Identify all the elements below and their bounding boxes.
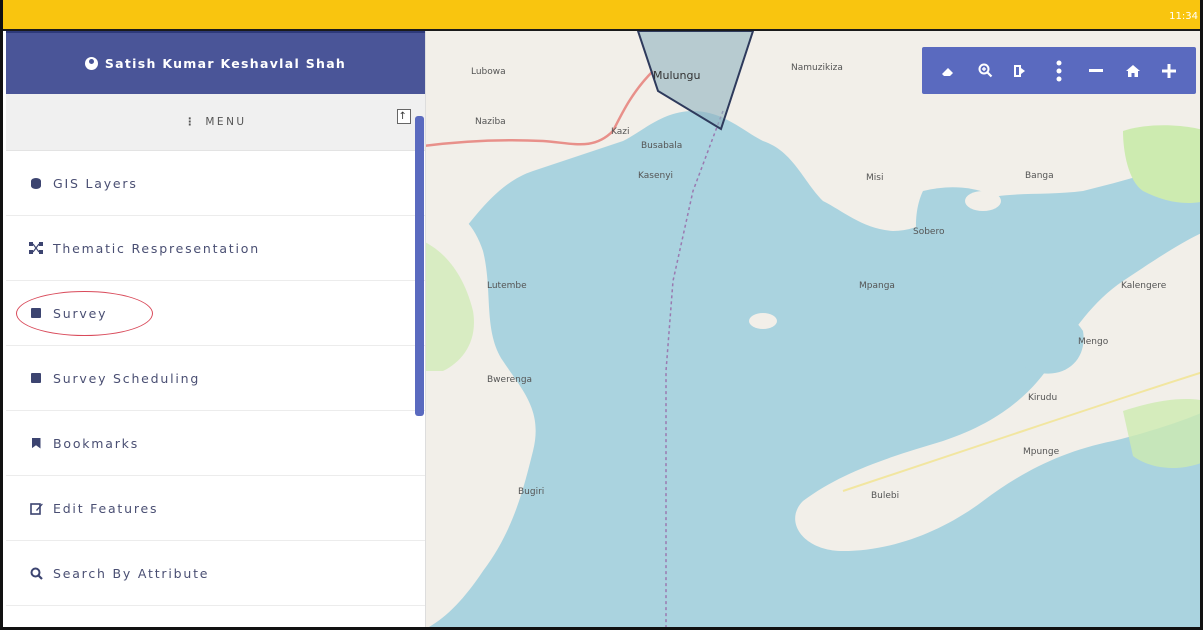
map-label: Lutembe <box>487 281 527 291</box>
user-name: Satish Kumar Keshavlal Shah <box>104 56 347 71</box>
sidebar-scrollbar[interactable] <box>415 116 424 416</box>
map-label: Sobero <box>913 227 945 237</box>
menu-item-survey-scheduling[interactable]: Survey Scheduling <box>6 346 425 411</box>
search-icon <box>29 567 43 580</box>
menu-item-label: Thematic Respresentation <box>53 240 260 256</box>
map-label: Mengo <box>1078 337 1109 347</box>
menu-item-label: Search By Attribute <box>53 565 210 581</box>
home-icon[interactable] <box>1119 57 1147 85</box>
user-header: Satish Kumar Keshavlal Shah <box>6 31 425 94</box>
map-label: Kirudu <box>1028 393 1058 403</box>
map-label: Mpanga <box>859 281 895 291</box>
menu-kebab-icon: ⋮ <box>184 116 198 128</box>
collapse-up-icon[interactable]: ↑ <box>397 109 411 124</box>
map-label: Misi <box>866 173 884 183</box>
map-label: Lubowa <box>471 67 506 77</box>
menu-item-bookmarks[interactable]: Bookmarks <box>6 411 425 476</box>
highlight-circle <box>16 291 153 336</box>
menu-header: ⋮ MENU ↑ <box>6 94 425 151</box>
nodes-icon <box>29 242 43 254</box>
user-circle-icon <box>84 57 98 70</box>
sign-out-icon[interactable] <box>1008 57 1036 85</box>
square-icon <box>29 373 43 383</box>
map-label: Bulebi <box>871 491 900 501</box>
app-frame: 11:34 Lubowa Mulungu Namuzikiza Naziba K… <box>0 0 1203 630</box>
menu-item-search-attribute[interactable]: Search By Attribute <box>6 541 425 606</box>
sidebar: Satish Kumar Keshavlal Shah ⋮ MENU ↑ GIS… <box>6 31 426 627</box>
menu-item-label: Bookmarks <box>53 435 140 451</box>
plus-icon[interactable] <box>1155 57 1183 85</box>
map-label: Kasenyi <box>638 171 674 181</box>
menu-item-edit-features[interactable]: Edit Features <box>6 476 425 541</box>
map-label: Mulungu <box>653 69 701 82</box>
menu-item-label: GIS Layers <box>53 175 138 191</box>
menu-item-survey[interactable]: Survey <box>6 281 425 346</box>
map-label: Banga <box>1025 171 1054 181</box>
map-label: Namuzikiza <box>791 63 843 73</box>
minus-icon[interactable] <box>1082 57 1110 85</box>
bookmark-icon <box>29 437 43 449</box>
map-label: Mpunge <box>1023 447 1060 457</box>
map-label: Kazi <box>611 127 630 137</box>
menu-item-gis-layers[interactable]: GIS Layers <box>6 151 425 216</box>
menu-item-label: Survey Scheduling <box>53 370 201 386</box>
status-bar: 11:34 <box>3 0 1200 31</box>
map-toolbar <box>922 47 1196 94</box>
menu-item-thematic[interactable]: Thematic Respresentation <box>6 216 425 281</box>
status-time: 11:34 <box>1169 11 1198 22</box>
eraser-icon[interactable] <box>934 57 962 85</box>
map-label: Bugiri <box>518 487 545 497</box>
map-canvas <box>423 31 1200 627</box>
database-icon <box>29 177 43 189</box>
map-label: Naziba <box>475 117 506 127</box>
map-view[interactable]: Lubowa Mulungu Namuzikiza Naziba Kazi Bu… <box>423 31 1200 627</box>
edit-icon <box>29 502 43 515</box>
menu-title: MENU <box>205 116 247 128</box>
menu-item-label: Edit Features <box>53 500 159 516</box>
map-label: Busabala <box>641 141 683 151</box>
zoom-in-icon[interactable] <box>971 57 999 85</box>
more-vertical-icon[interactable] <box>1045 57 1073 85</box>
map-label: Kalengere <box>1121 281 1167 291</box>
map-label: Bwerenga <box>487 375 533 385</box>
